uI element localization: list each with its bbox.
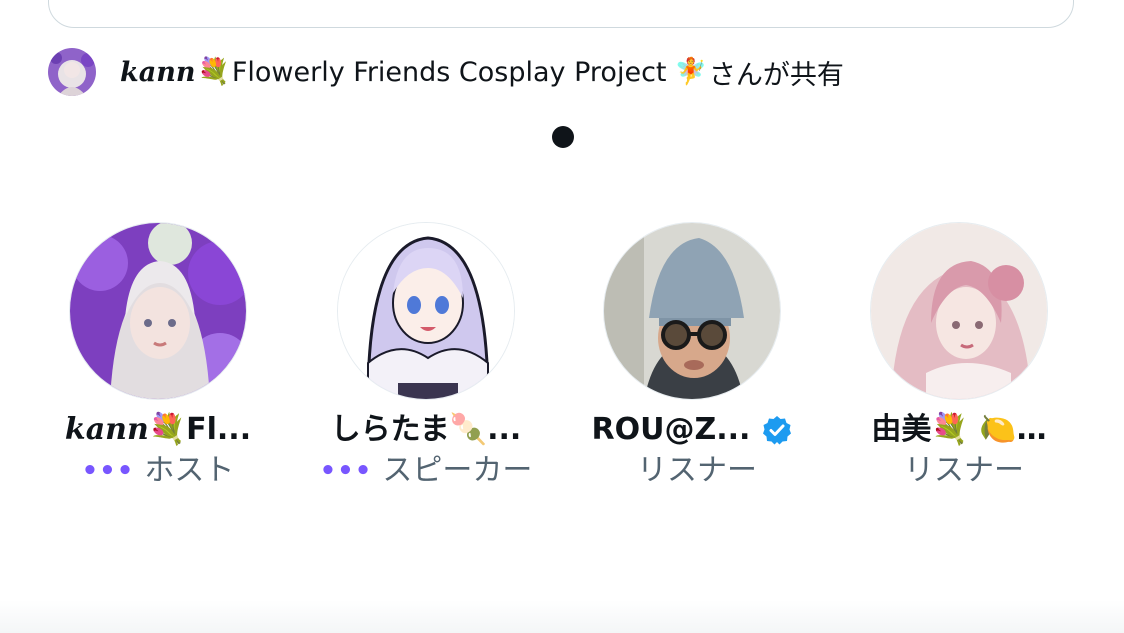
participant-card[interactable]: kann 💐Fl... ••• ホスト xyxy=(23,222,293,492)
participant-name[interactable]: kann 💐Fl... xyxy=(23,410,293,450)
compose-box[interactable] xyxy=(48,0,1074,28)
shared-suffix: さんが共有 xyxy=(708,59,844,91)
live-indicator-dot xyxy=(552,126,574,148)
participant-name[interactable]: ROU@Z... xyxy=(557,410,827,450)
more-dots-icon: ••• xyxy=(319,456,373,486)
space-card: kann 💐 Flowerly Friends Cosplay Project … xyxy=(0,0,1124,633)
fairy-icon: 🧚 xyxy=(674,57,707,87)
sharer-project: Flowerly Friends Cosplay Project xyxy=(231,56,667,88)
participant-role: ••• ホスト xyxy=(23,450,293,492)
shared-by-text: kann 💐 Flowerly Friends Cosplay Project … xyxy=(120,53,844,92)
lavender-cosplayer-avatar[interactable] xyxy=(69,222,247,400)
shared-by-row[interactable]: kann 💐 Flowerly Friends Cosplay Project … xyxy=(48,48,844,96)
participant-role: ••• スピーカー xyxy=(291,450,561,492)
sharer-avatar[interactable] xyxy=(48,48,96,96)
sharer-name[interactable]: kann xyxy=(120,57,195,88)
participant-card[interactable]: ROU@Z... リスナー xyxy=(557,222,827,492)
pink-hair-cosplayer-avatar[interactable] xyxy=(870,222,1048,400)
participant-role: リスナー xyxy=(904,453,1024,488)
bottom-divider xyxy=(0,600,1124,633)
more-dots-icon: ••• xyxy=(81,456,135,486)
bouquet-icon: 💐 xyxy=(197,57,230,87)
participant-role: リスナー xyxy=(637,453,757,488)
participant-card[interactable]: しらたま🍡... ••• スピーカー xyxy=(291,222,561,492)
anime-girl-avatar[interactable] xyxy=(337,222,515,400)
verified-badge-icon xyxy=(762,415,792,445)
participant-name[interactable]: 由美💐 🍋… xyxy=(824,410,1094,450)
participant-name[interactable]: しらたま🍡... xyxy=(291,410,561,450)
man-with-hat-avatar[interactable] xyxy=(603,222,781,400)
participant-card[interactable]: 由美💐 🍋… リスナー xyxy=(824,222,1094,492)
